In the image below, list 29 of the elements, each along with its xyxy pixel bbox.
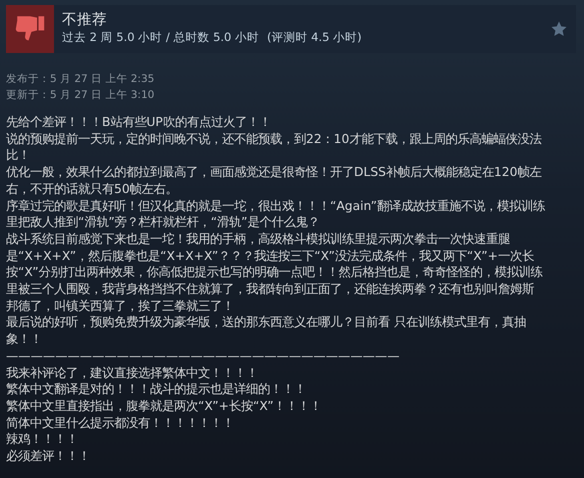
review-text-line: 比！ <box>6 148 30 162</box>
review-text-line: 里把敌人推到“滑轨”旁？栏杆就栏杆，“滑轨”是个什么鬼？ <box>6 215 320 230</box>
review-text-line: 优化一般，效果什么的都拉到最高了，画面感觉还是很奇怪！开了DLSS补帧后大概能稳定在120帧左 <box>6 165 542 180</box>
review-text-line: 繁体中文里直接指出，腹拳就是两次“X”+长按“X”！！！！ <box>6 398 322 413</box>
review-text-line: 序章过完的歌是真好听！但汉化真的就是一坨，很出戏！！！“Again”翻译成故技重施不说，模拟训练 <box>6 198 546 213</box>
playtime-text: 过去 2 周 5.0 小时 / 总时数 5.0 小时 <box>62 29 260 46</box>
date-label: 发布于： <box>6 73 50 85</box>
review-text-line: 繁体中文翻译是对的！！！战斗的提示也是详细的！！！ <box>6 382 306 396</box>
review-text-line: 里被三个人围殴，我背身格挡挡不住就算了，我都转向到正面了，还能连挨两拳？还有也别叫詹姆斯 <box>6 282 534 296</box>
review-text-line: 是“X+X+X”，然后腹拳也是“X+X+X”？？？我连按三下“X”没法完成条件，我又两下“X”+一次长 <box>6 248 534 263</box>
playtime-at-review: (评测时 4.5 小时) <box>267 29 362 46</box>
review-text-line: 必须差评！！！ <box>6 449 90 464</box>
review-text-line: 象！！ <box>6 332 42 346</box>
review-text-line: 简体中文里什么提示都没有！！！！！！！ <box>6 416 234 430</box>
review-text-line: 说的预购提前一天玩，定的时间晚不说，还不能预载，到22：10才能下载，跟上周的乐高蝙蝠侠没法 <box>6 132 542 146</box>
date-value: 5 月 27 日 上午 3:10 <box>50 89 154 101</box>
review-text-line: 我来补评论了，建议直接选择繁体中文！！！！ <box>6 366 258 380</box>
review-text-line: 最后说的好听，预购免费升级为豪华版，送的那东西意义在哪儿？目前看 只在训练模式里有，真抽 <box>6 315 526 330</box>
review-text-line: 辣鸡！！！！ <box>6 432 78 446</box>
review-verdict: 不推荐 <box>62 12 108 30</box>
review-text-line: 先给个差评！！！B站有些UP吹的有点过火了！！ <box>6 115 271 129</box>
date-label: 更新于： <box>6 89 50 101</box>
review-text-line: ———————————————————————————————— <box>6 348 400 363</box>
review-text-line: 按“X”分别打出两种效果，你高低把提示也写的明确一点吧！！然后格挡也是，奇奇怪怪的，模拟训练 <box>6 265 543 280</box>
review-text-line: 右，不开的话就只有50帧左右。 <box>6 182 178 196</box>
review-text-line: 邦德了，叫镇关西算了，挨了三拳就三了！ <box>6 298 234 313</box>
date-value: 5 月 27 日 上午 2:35 <box>50 73 154 85</box>
review-text-line: 战斗系统目前感觉下来也是一坨！我用的手柄，高级格斗模拟训练里提示两次拳击一次快速重腿 <box>6 232 510 246</box>
star-icon[interactable] <box>550 20 568 38</box>
